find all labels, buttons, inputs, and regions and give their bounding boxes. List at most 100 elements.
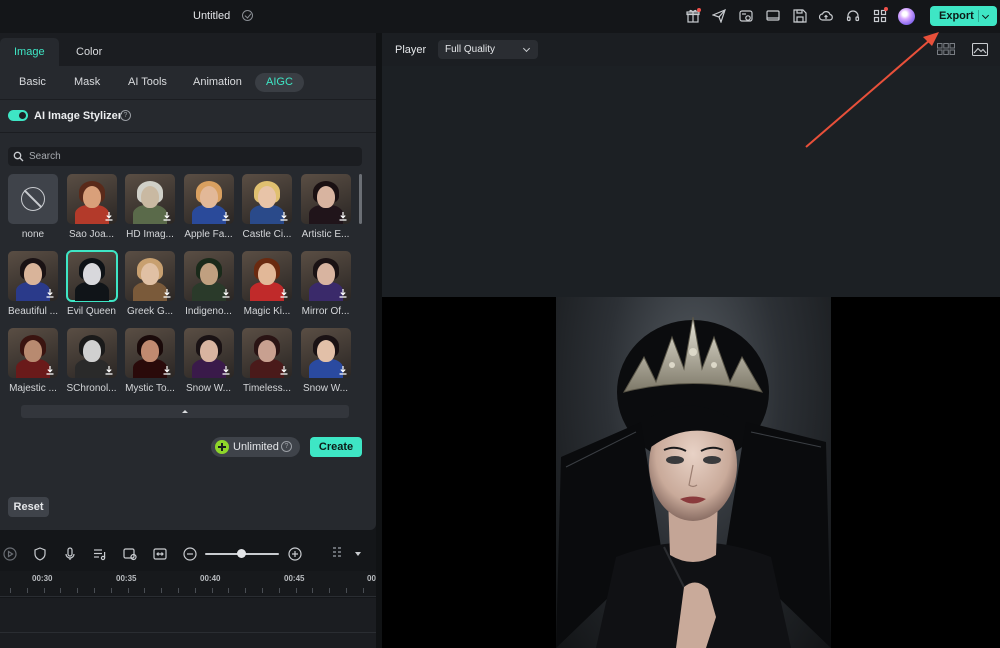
caret-down-icon[interactable] [354, 550, 362, 558]
style-thumbnail[interactable] [8, 251, 58, 301]
download-icon [339, 212, 346, 221]
style-tile[interactable]: Evil Queen [65, 250, 118, 317]
snapshot-icon[interactable] [971, 42, 989, 59]
notification-dot [884, 7, 888, 11]
style-tile[interactable]: SChronol... [66, 328, 117, 394]
search-input[interactable] [29, 147, 349, 166]
style-tile[interactable]: Mirror Of... [300, 251, 351, 317]
style-thumbnail[interactable] [66, 174, 117, 224]
headset-icon[interactable] [846, 9, 860, 23]
save-icon[interactable] [793, 9, 807, 23]
stylizer-toggle[interactable] [8, 110, 28, 121]
style-thumbnail[interactable] [242, 174, 292, 224]
zoom-out-icon[interactable] [183, 547, 197, 561]
cloud-icon[interactable] [819, 9, 833, 23]
zoom-in-icon[interactable] [288, 547, 302, 561]
style-tile[interactable]: Majestic ... [8, 328, 58, 394]
timeline-tracks[interactable] [0, 598, 376, 648]
export-button[interactable]: Export [930, 6, 997, 26]
export-label: Export [939, 10, 974, 22]
style-thumbnail[interactable] [125, 251, 175, 301]
style-tile[interactable]: Snow W... [183, 328, 234, 394]
music-list-icon[interactable] [93, 547, 107, 561]
ruler-tick [77, 588, 79, 593]
style-label: Evil Queen [67, 306, 116, 317]
ruler-tick [228, 588, 230, 593]
style-thumbnail[interactable] [183, 328, 234, 378]
style-thumbnail[interactable] [66, 328, 117, 378]
grid-dots-icon[interactable] [332, 546, 346, 560]
fit-width-icon[interactable] [153, 547, 167, 561]
style-thumbnail[interactable] [8, 328, 58, 378]
subtab-ai-tools[interactable]: AI Tools [117, 73, 178, 92]
grid-view-icon[interactable] [937, 43, 955, 58]
style-thumbnail[interactable] [183, 174, 234, 224]
style-tile[interactable]: HD Imag... [125, 174, 175, 240]
quality-dropdown[interactable]: Full Quality [438, 40, 538, 59]
subtab-aigc[interactable]: AIGC [255, 73, 304, 92]
thumbnail-figure [82, 340, 101, 362]
player-header: Player Full Quality [382, 33, 1000, 66]
apps-icon[interactable] [873, 9, 887, 23]
preview-canvas[interactable] [382, 297, 1000, 648]
style-tile[interactable]: Mystic To... [125, 328, 175, 394]
monitor-icon[interactable] [766, 9, 780, 23]
grid-scrollbar[interactable] [359, 174, 362, 224]
subtab-animation[interactable]: Animation [182, 73, 253, 92]
track-divider [0, 632, 376, 633]
style-thumbnail[interactable] [300, 328, 351, 378]
style-thumbnail[interactable] [125, 328, 175, 378]
download-icon [222, 289, 229, 298]
subtab-basic[interactable]: Basic [8, 73, 57, 92]
saved-check-icon [242, 10, 253, 21]
thumbnail-figure [316, 263, 335, 285]
download-icon [280, 212, 288, 221]
unlimited-badge[interactable]: Unlimited ? [211, 437, 300, 457]
style-thumbnail[interactable] [242, 328, 292, 378]
help-icon[interactable]: ? [281, 441, 292, 452]
create-button[interactable]: Create [310, 437, 362, 457]
download-icon [339, 366, 346, 375]
collapse-grid-button[interactable] [21, 405, 349, 418]
style-label: Greek G... [126, 306, 174, 317]
subtab-mask[interactable]: Mask [63, 73, 111, 92]
send-icon[interactable] [712, 9, 726, 23]
chevron-down-icon[interactable] [981, 11, 990, 20]
style-tile[interactable]: Greek G... [125, 251, 175, 317]
reset-button[interactable]: Reset [8, 497, 49, 517]
style-thumbnail[interactable] [300, 174, 351, 224]
media-add-icon[interactable] [123, 547, 137, 561]
style-tile[interactable]: Snow W... [300, 328, 351, 394]
media-icon[interactable] [739, 9, 753, 23]
zoom-slider-handle[interactable] [237, 549, 246, 558]
shield-icon[interactable] [33, 547, 47, 561]
style-tile[interactable]: Artistic E... [300, 174, 351, 240]
style-tile[interactable]: Timeless... [242, 328, 292, 394]
style-tile[interactable]: none [8, 174, 58, 240]
style-thumbnail[interactable] [125, 174, 175, 224]
avatar[interactable] [898, 8, 915, 25]
style-thumbnail[interactable] [65, 250, 118, 302]
thumbnail-figure [258, 340, 276, 362]
microphone-icon[interactable] [63, 547, 77, 561]
timeline-ruler[interactable]: 00:30 00:35 00:40 00:45 00 [0, 571, 376, 597]
style-tile[interactable]: Indigeno... [183, 251, 234, 317]
thumbnail-figure [316, 186, 335, 208]
project-title[interactable]: Untitled [193, 10, 230, 22]
style-tile[interactable]: Apple Fa... [183, 174, 234, 240]
style-tile[interactable]: Magic Ki... [242, 251, 292, 317]
style-thumbnail[interactable] [242, 251, 292, 301]
tab-color[interactable]: Color [62, 38, 116, 66]
style-thumbnail[interactable] [183, 251, 234, 301]
play-circle-icon[interactable] [3, 547, 17, 561]
help-icon[interactable]: ? [120, 110, 131, 121]
tab-image[interactable]: Image [0, 38, 59, 66]
style-tile[interactable]: Beautiful ... [8, 251, 58, 317]
style-thumbnail[interactable] [8, 174, 58, 224]
ruler-label: 00:40 [200, 574, 221, 583]
ruler-label: 00:45 [284, 574, 305, 583]
style-tile[interactable]: Sao Joa... [66, 174, 117, 240]
style-thumbnail[interactable] [300, 251, 351, 301]
ruler-tick [161, 588, 163, 593]
style-tile[interactable]: Castle Ci... [242, 174, 292, 240]
